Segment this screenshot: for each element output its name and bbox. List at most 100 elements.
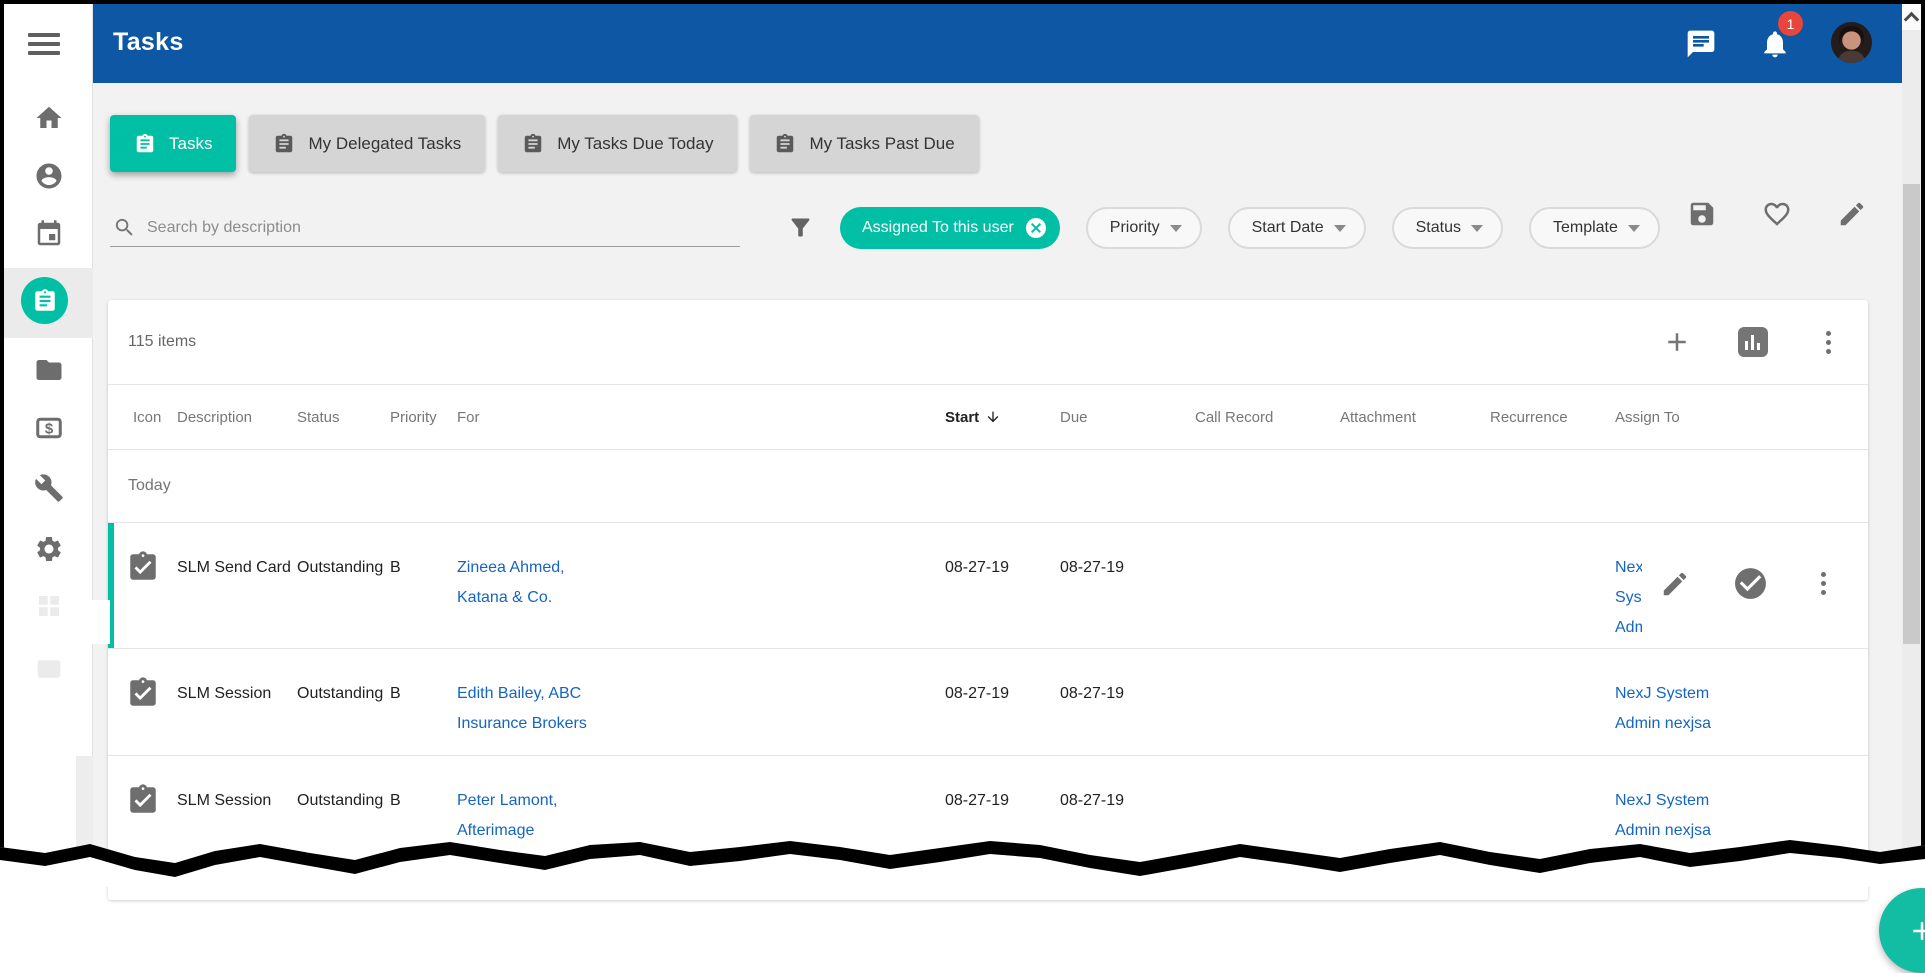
task-start-date: 08-27-19 xyxy=(945,649,1060,755)
sidebar-item-home[interactable] xyxy=(4,89,93,147)
chip-label: Priority xyxy=(1110,219,1160,237)
task-status: Outstanding xyxy=(297,756,390,876)
task-type-cell xyxy=(108,649,177,755)
sidebar-item-contacts[interactable] xyxy=(4,147,93,205)
sidebar-item-tasks[interactable] xyxy=(21,277,68,324)
chat-icon xyxy=(1685,28,1717,60)
scrollbar-thumb[interactable] xyxy=(1903,184,1920,644)
assign-to-link[interactable]: NexJ System Admin nexjsa xyxy=(1615,649,1755,755)
chat-button[interactable] xyxy=(1685,28,1717,60)
chip-assigned-to-this-user[interactable]: Assigned To this user xyxy=(840,207,1060,249)
view-tab[interactable]: My Delegated Tasks xyxy=(249,115,485,172)
contacts-icon xyxy=(34,161,64,191)
tab-bar: Tasks My Delegated Tasks My Tasks Due To… xyxy=(110,115,979,172)
main-content: Tasks My Delegated Tasks My Tasks Due To… xyxy=(93,83,1902,887)
view-tab[interactable]: My Tasks Past Due xyxy=(750,115,978,172)
task-status: Outstanding xyxy=(297,523,390,648)
chevron-down-icon xyxy=(1334,225,1346,232)
column-header[interactable]: Assign To xyxy=(1615,409,1755,426)
task-for-link[interactable]: Edith Bailey, ABC Insurance Brokers xyxy=(457,649,945,755)
chart-view-button[interactable] xyxy=(1738,327,1768,357)
page: $ Tasks 1 xyxy=(0,0,1925,887)
sidebar-item-hidden-2 xyxy=(4,640,93,698)
fab-add-button[interactable] xyxy=(1879,888,1925,973)
home-icon xyxy=(34,103,64,133)
filter-chip[interactable]: Start Date xyxy=(1228,207,1366,249)
table-row[interactable]: SLM Send Card Outstanding B Zineea Ahmed… xyxy=(108,523,1868,649)
task-due-date: 08-27-19 xyxy=(1060,756,1195,876)
sidebar-item-documents[interactable] xyxy=(4,341,93,399)
assign-to-link[interactable]: NexJ System Admin nexjsa xyxy=(1615,756,1755,876)
column-header[interactable]: Recurrence xyxy=(1490,409,1615,426)
column-header[interactable]: Due xyxy=(1060,409,1195,426)
complete-task-button[interactable] xyxy=(1732,565,1769,602)
task-for-link[interactable]: Zineea Ahmed, Katana & Co. xyxy=(457,523,945,648)
task-for-link[interactable]: Peter Lamont, Afterimage Systems xyxy=(457,756,945,876)
add-task-button[interactable] xyxy=(1662,327,1692,357)
edit-view-button[interactable] xyxy=(1837,199,1867,229)
search-input[interactable] xyxy=(145,213,744,243)
assign-to-link[interactable]: NexJ System Admin nexjsa xyxy=(1615,523,1642,648)
menu-icon[interactable] xyxy=(28,33,60,57)
filter-chip[interactable]: Status xyxy=(1392,207,1503,249)
table-row[interactable]: SLM Session Outstanding B Peter Lamont, … xyxy=(108,756,1868,877)
view-tab[interactable]: My Tasks Due Today xyxy=(498,115,737,172)
list-more-button[interactable] xyxy=(1816,327,1846,357)
sort-arrow-down-icon xyxy=(985,409,1001,425)
column-header[interactable]: Priority xyxy=(390,409,457,426)
more-vertical-icon xyxy=(1816,327,1840,357)
column-header[interactable]: Attachment xyxy=(1340,409,1490,426)
column-header[interactable]: Call Record xyxy=(1195,409,1340,426)
view-tab[interactable]: Tasks xyxy=(110,115,236,172)
sidebar-scroll-thumb xyxy=(80,600,110,644)
avatar[interactable] xyxy=(1831,22,1872,63)
column-label: Start xyxy=(945,409,979,426)
column-header[interactable]: For xyxy=(457,409,945,426)
sidebar-item-calendar[interactable] xyxy=(4,205,93,263)
clipboard-icon xyxy=(522,133,544,155)
column-header[interactable]: Description xyxy=(177,409,297,426)
table-row[interactable]: SLM Session Outstanding B Edith Bailey, … xyxy=(108,649,1868,756)
task-description: SLM Session xyxy=(177,756,297,876)
item-count: 115 items xyxy=(128,333,196,351)
remove-chip-icon[interactable] xyxy=(1024,216,1048,240)
task-priority: B xyxy=(390,649,457,755)
clipboard-icon xyxy=(774,133,796,155)
wrench-icon xyxy=(34,473,64,503)
task-start-date: 08-27-19 xyxy=(945,523,1060,648)
filter-chip[interactable]: Template xyxy=(1529,207,1660,249)
task-recurrence xyxy=(1490,756,1615,876)
column-header[interactable]: Icon xyxy=(108,409,177,426)
filter-chip-row: Assigned To this user Priority Start Dat… xyxy=(840,207,1660,249)
chip-label: Status xyxy=(1416,219,1461,237)
folder-icon xyxy=(34,355,64,385)
sidebar-item-billing[interactable]: $ xyxy=(4,399,93,457)
column-label: Priority xyxy=(390,409,437,426)
list-toolbar: 115 items xyxy=(108,300,1868,385)
task-recurrence xyxy=(1490,523,1615,648)
tasks-icon xyxy=(32,288,58,314)
page-scrollbar[interactable] xyxy=(1902,4,1921,887)
chevron-down-icon xyxy=(1471,225,1483,232)
sidebar-item-tools[interactable] xyxy=(4,459,93,517)
filter-chip[interactable]: Priority xyxy=(1086,207,1202,249)
save-icon xyxy=(1687,199,1717,229)
task-recurrence xyxy=(1490,649,1615,755)
column-label: Due xyxy=(1060,409,1088,426)
calendar-icon xyxy=(34,219,64,249)
column-header[interactable]: Start xyxy=(945,409,1060,426)
column-header[interactable]: Status xyxy=(297,409,390,426)
column-label: Description xyxy=(177,409,252,426)
actions-cell xyxy=(1755,649,1868,755)
edit-task-button[interactable] xyxy=(1660,569,1690,599)
filter-button[interactable] xyxy=(787,214,814,241)
plus-icon xyxy=(1662,327,1692,357)
scroll-up-button[interactable] xyxy=(1902,4,1921,30)
favorite-button[interactable] xyxy=(1762,199,1792,229)
task-check-icon xyxy=(126,676,160,710)
row-actions xyxy=(1660,565,1835,602)
row-more-button[interactable] xyxy=(1811,569,1835,599)
save-button[interactable] xyxy=(1687,199,1717,229)
sidebar-item-settings[interactable] xyxy=(4,520,93,578)
pencil-icon xyxy=(1837,199,1867,229)
